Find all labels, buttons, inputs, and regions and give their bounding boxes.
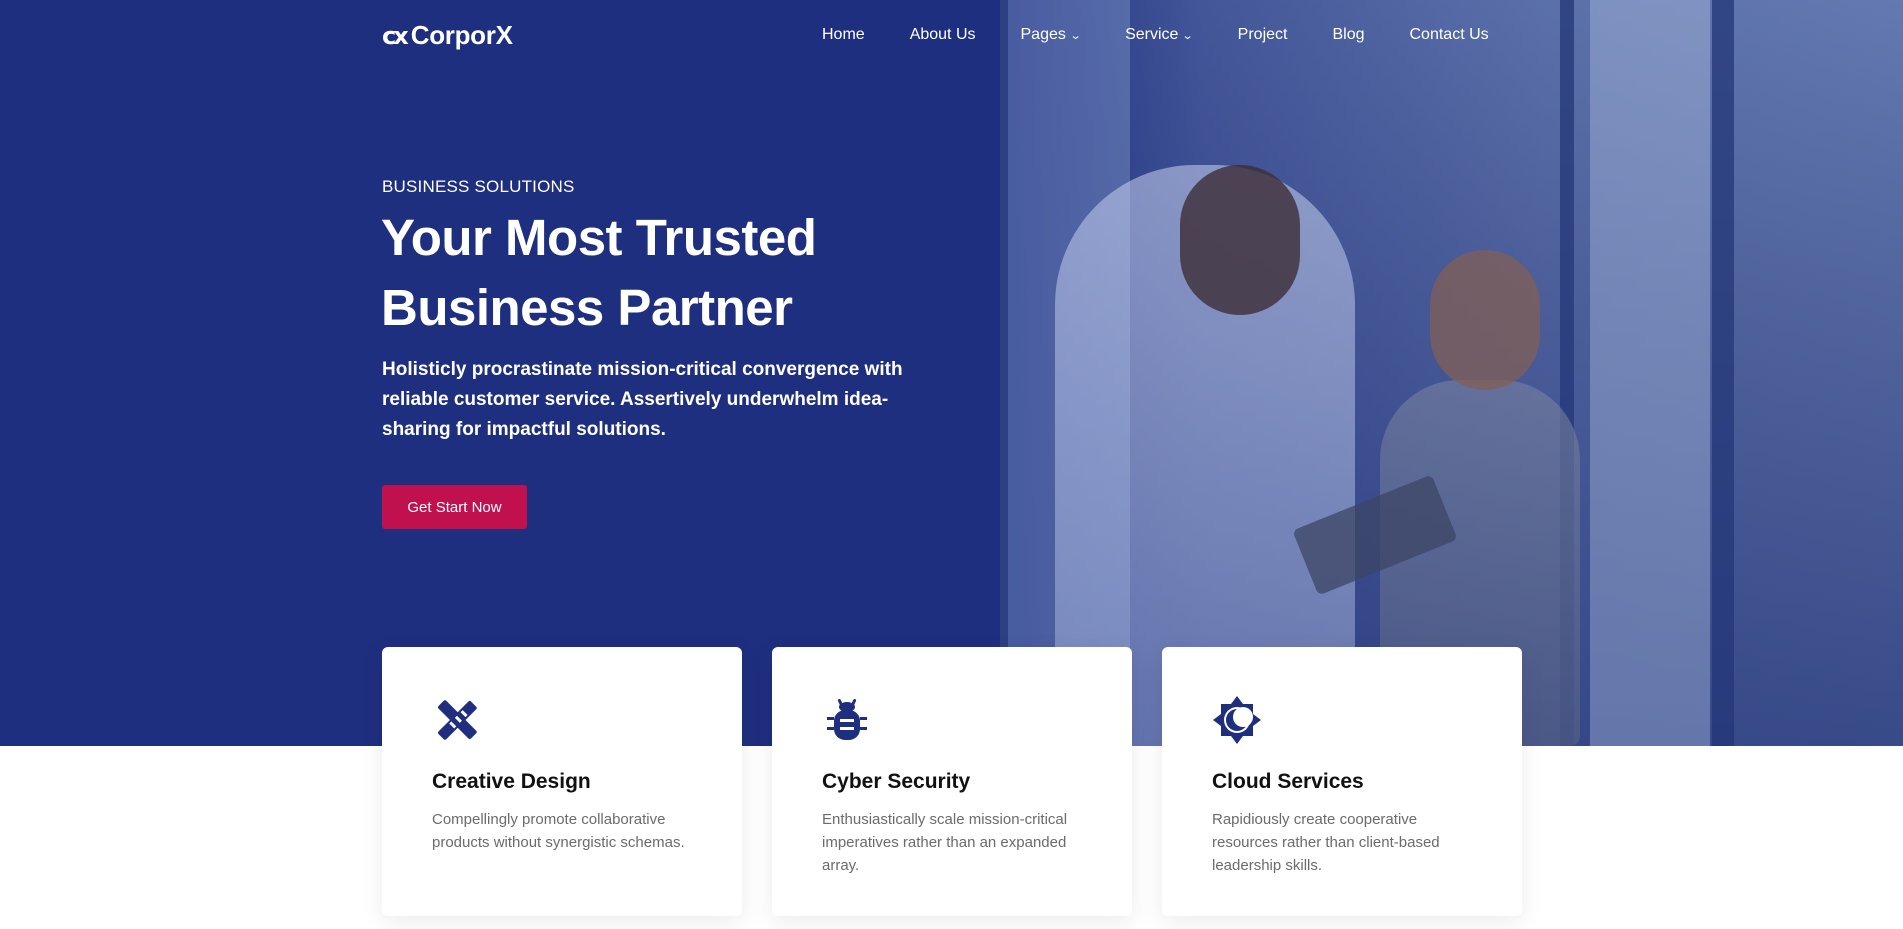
logo-mark: cx (382, 21, 409, 50)
chevron-down-icon: ⌄ (1182, 29, 1195, 42)
nav-home[interactable]: Home (822, 26, 865, 44)
brand-logo[interactable]: cx CorporX (382, 20, 513, 51)
window-frame (1000, 0, 1008, 746)
nav-pages[interactable]: Pages ⌄ (1020, 26, 1082, 44)
nav-label: Pages (1020, 26, 1066, 43)
hero-kicker: BUSINESS SOLUTIONS (382, 177, 575, 196)
feature-title: Cyber Security (822, 770, 971, 793)
nav-label: Service (1125, 26, 1179, 43)
feature-card-creative-design: Creative Design Compellingly promote col… (382, 647, 742, 916)
hero-headline: Your Most Trusted Business Partner (381, 209, 817, 336)
nav-blog[interactable]: Blog (1332, 26, 1364, 44)
nav-about-us[interactable]: About Us (910, 26, 976, 44)
cloud-moon-icon (1213, 696, 1261, 744)
hero-lead: Holisticly procrastinate mission-critica… (382, 359, 903, 440)
nav-label: Home (822, 26, 865, 43)
feature-text: Compellingly promote collaborative produ… (432, 811, 685, 851)
glass-panel (1590, 0, 1710, 746)
nav-label: Project (1237, 26, 1288, 43)
feature-cards: Creative Design Compellingly promote col… (382, 647, 1522, 916)
bug-icon (827, 699, 867, 740)
nav-service[interactable]: Service ⌄ (1125, 26, 1195, 44)
nav-project[interactable]: Project (1238, 26, 1288, 44)
feature-text: Enthusiastically scale mission-critical … (822, 811, 1068, 874)
photo-woman-head (1430, 250, 1540, 390)
nav-label: Contact Us (1409, 26, 1489, 43)
feature-card-cloud-services: Cloud Services Rapidiously create cooper… (1162, 647, 1522, 916)
chevron-down-icon: ⌄ (1069, 29, 1082, 42)
window-frame (1712, 0, 1734, 746)
top-navbar: cx CorporX Home About Us Pages ⌄ Service ⌄… (0, 0, 1903, 70)
get-started-button[interactable]: Get Start Now (382, 485, 527, 529)
feature-title: Cloud Services (1212, 770, 1364, 793)
brand-name: CorporX (410, 20, 513, 50)
photo-man-head (1180, 165, 1300, 315)
main-menu: Home About Us Pages ⌄ Service ⌄ Project Bl… (822, 26, 1489, 44)
hero-section: cx CorporX Home About Us Pages ⌄ Service ⌄… (0, 0, 1903, 746)
design-tools-icon (438, 700, 477, 740)
nav-label: Blog (1332, 26, 1365, 43)
nav-label: About Us (909, 26, 976, 43)
feature-card-cyber-security: Cyber Security Enthusiastically scale mi… (772, 647, 1132, 916)
feature-text: Rapidiously create cooperative resources… (1212, 811, 1440, 874)
nav-contact-us[interactable]: Contact Us (1410, 26, 1489, 44)
feature-title: Creative Design (432, 770, 591, 793)
